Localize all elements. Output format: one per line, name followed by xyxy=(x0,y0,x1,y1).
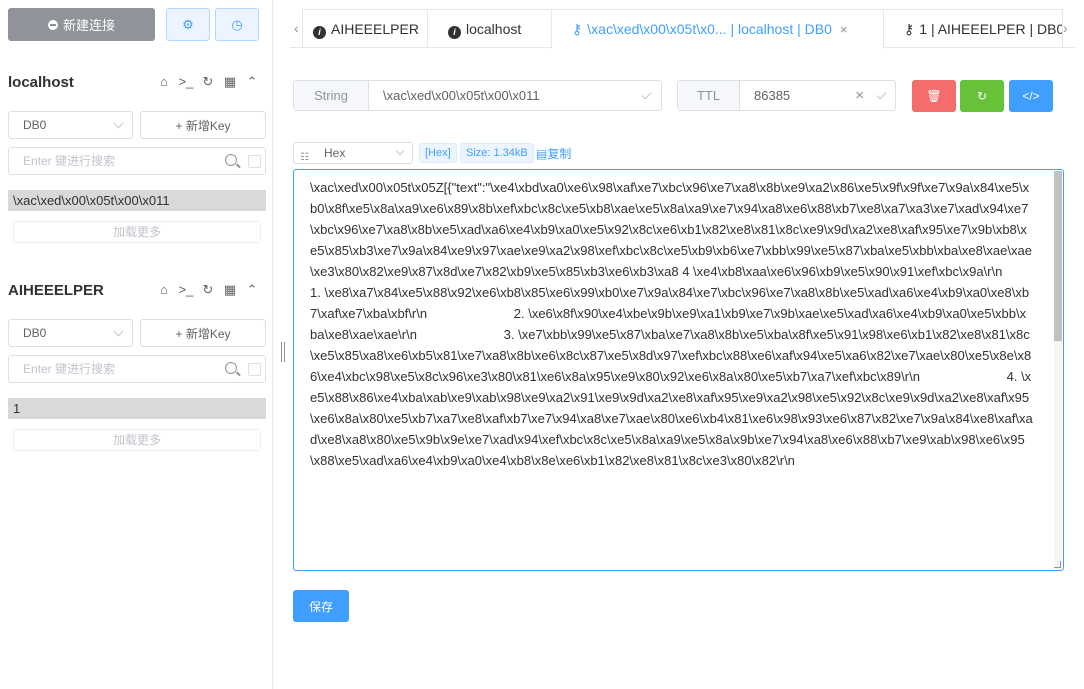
history-button[interactable]: ◷ xyxy=(215,8,259,41)
format-tag: [Hex] xyxy=(419,143,457,163)
info-icon: i xyxy=(448,26,461,39)
search-icon[interactable] xyxy=(225,154,237,166)
connection-title[interactable]: localhost xyxy=(8,74,74,91)
ttl-value: 86385 xyxy=(754,88,791,103)
search-placeholder: Enter 键进行搜索 xyxy=(23,362,116,376)
search-icon[interactable] xyxy=(225,362,237,374)
key-search-input[interactable]: Enter 键进行搜索 xyxy=(8,147,266,175)
key-search-input[interactable]: Enter 键进行搜索 xyxy=(8,355,266,383)
terminal-icon[interactable]: >_ xyxy=(178,282,194,298)
tab-label: 1 | AIHEEELPER | DB0 xyxy=(919,21,1063,37)
chevron-down-icon xyxy=(395,146,405,156)
copy-icon: ▤ xyxy=(536,147,548,161)
close-icon[interactable]: × xyxy=(840,22,848,37)
search-placeholder: Enter 键进行搜索 xyxy=(23,154,116,168)
info-icon: i xyxy=(313,26,326,39)
grid-icon[interactable]: ▦ xyxy=(222,282,238,298)
ttl-field: TTL 86385 × xyxy=(677,80,896,111)
tab-key-localhost[interactable]: ⚷ \xac\xed\x00\x05t\x0... | localhost | D… xyxy=(551,9,884,49)
delete-key-button[interactable]: 🗑 xyxy=(912,80,956,112)
ttl-label: TTL xyxy=(678,81,740,110)
key-type-label: String xyxy=(294,81,369,110)
db-select-value: DB0 xyxy=(23,118,47,132)
clock-icon: ◷ xyxy=(231,16,243,32)
new-connection-label: 新建连接 xyxy=(62,18,115,33)
db-select[interactable]: DB0 xyxy=(8,319,133,347)
load-more-button[interactable]: 加载更多 xyxy=(13,429,261,451)
format-select[interactable]: ☷ Hex xyxy=(293,142,413,164)
tab-aiheeelper[interactable]: i AIHEEELPER xyxy=(302,9,428,48)
connection-toolbar: ⌂ >_ ↻ ▦ ⌃ xyxy=(156,282,260,298)
code-icon: </> xyxy=(1022,89,1040,103)
confirm-ttl-icon[interactable] xyxy=(876,89,887,100)
load-more-button[interactable]: 加载更多 xyxy=(13,221,261,243)
exact-search-checkbox[interactable] xyxy=(248,155,261,168)
db-select-value: DB0 xyxy=(23,326,47,340)
home-icon[interactable]: ⌂ xyxy=(156,74,172,90)
settings-button[interactable]: ⚙ xyxy=(166,8,210,41)
connection-toolbar: ⌂ >_ ↻ ▦ ⌃ xyxy=(156,74,260,90)
ttl-input[interactable]: 86385 × xyxy=(740,81,895,110)
tab-localhost[interactable]: i localhost xyxy=(427,9,552,48)
size-tag: Size: 1.34kB xyxy=(460,143,534,163)
copy-button[interactable]: ▤复制 xyxy=(536,145,571,162)
refresh-icon[interactable]: ↻ xyxy=(200,282,216,298)
copy-label: 复制 xyxy=(547,147,572,161)
save-button[interactable]: 保存 xyxy=(293,590,349,622)
key-list-item[interactable]: \xac\xed\x00\x05t\x00\x011 xyxy=(8,190,266,211)
db-select[interactable]: DB0 xyxy=(8,111,133,139)
confirm-rename-icon[interactable] xyxy=(641,89,652,100)
gear-icon: ⚙ xyxy=(182,16,194,32)
clear-icon[interactable]: × xyxy=(855,81,864,110)
trash-icon: 🗑 xyxy=(926,89,942,103)
add-key-button[interactable]: + 新增Key xyxy=(140,319,266,347)
main-panel: ‹ › i AIHEEELPER i localhost ⚷ \xac\xed\x00… xyxy=(274,0,1084,689)
refresh-icon[interactable]: ↻ xyxy=(200,74,216,90)
value-content[interactable]: \xac\xed\x00\x05t\x05Z[{"text":"\xe4\xbd… xyxy=(294,177,1049,471)
add-key-button[interactable]: + 新增Key xyxy=(140,111,266,139)
list-icon: ☷ xyxy=(300,152,309,163)
dump-command-button[interactable]: </> xyxy=(1009,80,1053,112)
chevron-up-icon[interactable]: ⌃ xyxy=(244,74,260,90)
key-icon: ⚷ xyxy=(904,21,915,37)
key-name-input[interactable]: \xac\xed\x00\x05t\x00\x011 xyxy=(369,81,661,110)
home-icon[interactable]: ⌂ xyxy=(156,282,172,298)
connection-title[interactable]: AIHEEELPER xyxy=(8,282,104,299)
tab-label: localhost xyxy=(466,21,522,37)
minus-circle-icon xyxy=(47,19,58,30)
resize-grip-icon[interactable] xyxy=(1054,561,1061,568)
refresh-icon: ↻ xyxy=(976,89,988,103)
chevron-up-icon[interactable]: ⌃ xyxy=(244,282,260,298)
terminal-icon[interactable]: >_ xyxy=(178,74,194,90)
format-value: Hex xyxy=(324,146,346,160)
tab-key-aiheeelper[interactable]: ⚷ 1 | AIHEEELPER | DB0 xyxy=(883,9,1063,48)
new-connection-button[interactable]: 新建连接 xyxy=(8,8,155,41)
tab-label: \xac\xed\x00\x05t\x0... | localhost | DB… xyxy=(587,21,832,37)
key-icon: ⚷ xyxy=(572,21,583,37)
sidebar: 新建连接 ⚙ ◷ localhost ⌂ >_ ↻ ▦ ⌃ DB0 + 新增Ke… xyxy=(0,0,273,689)
chevron-down-icon xyxy=(113,118,124,129)
key-name-field: String \xac\xed\x00\x05t\x00\x011 xyxy=(293,80,662,111)
tab-label: AIHEEELPER xyxy=(331,21,419,37)
key-list-item[interactable]: 1 xyxy=(8,398,266,419)
tab-bar: i AIHEEELPER i localhost ⚷ \xac\xed\x00\x05… xyxy=(290,9,1076,49)
exact-search-checkbox[interactable] xyxy=(248,363,261,376)
key-name-value: \xac\xed\x00\x05t\x00\x011 xyxy=(383,88,540,103)
scrollbar-thumb[interactable] xyxy=(1054,171,1062,341)
refresh-key-button[interactable]: ↻ xyxy=(960,80,1004,112)
chevron-down-icon xyxy=(113,326,124,337)
value-editor[interactable]: \xac\xed\x00\x05t\x05Z[{"text":"\xe4\xbd… xyxy=(293,169,1064,571)
grid-icon[interactable]: ▦ xyxy=(222,74,238,90)
